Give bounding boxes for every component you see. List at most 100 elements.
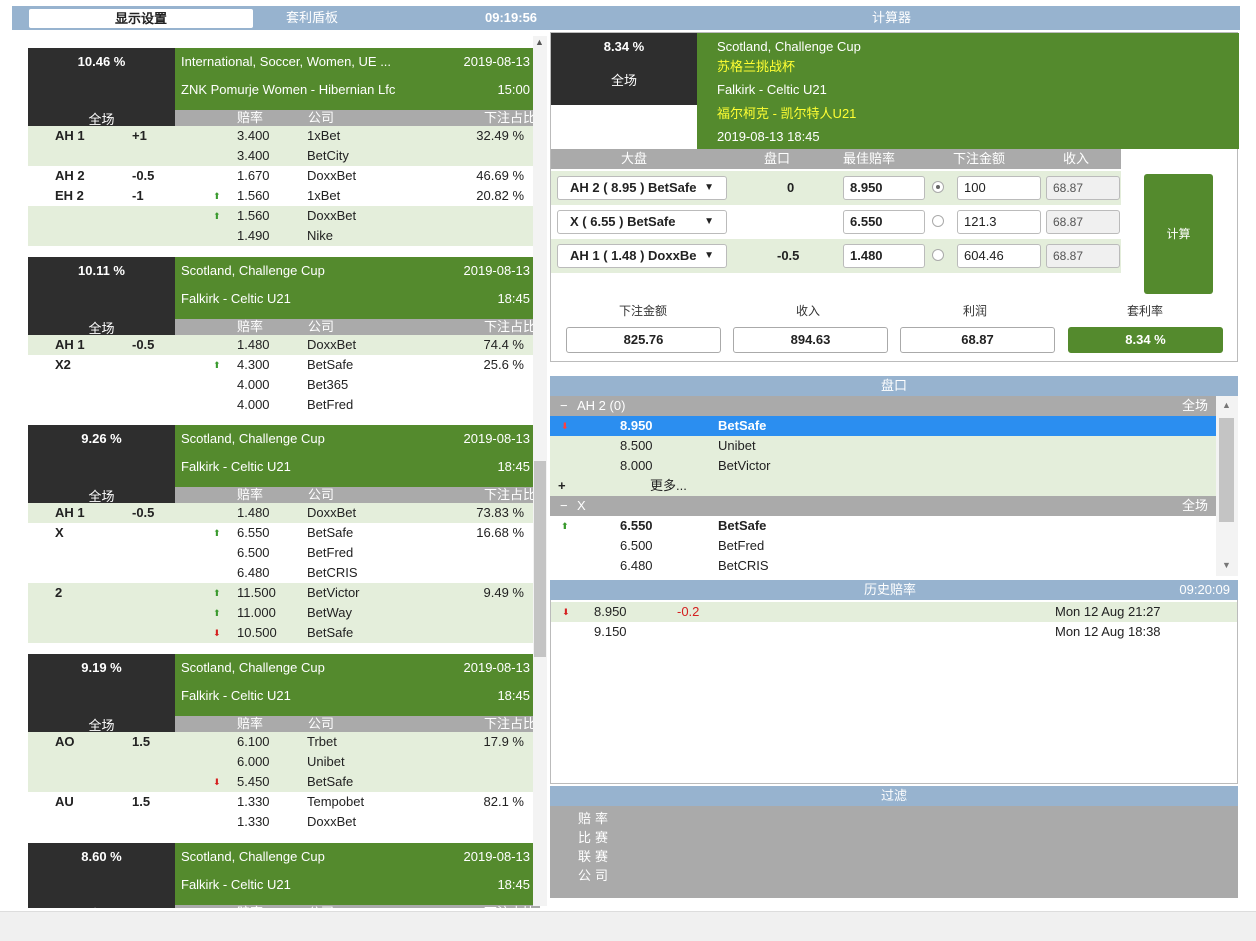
scroll-up-icon[interactable]: ▲	[535, 37, 544, 47]
market-line: 1.5	[132, 734, 151, 749]
market-row[interactable]: 6.480 BetCRIS	[550, 556, 1216, 576]
left-scrollbar[interactable]: ▲	[533, 36, 547, 906]
expand-icon[interactable]: +	[558, 476, 566, 496]
odds-row[interactable]: 3.400 BetCity	[28, 146, 540, 166]
bookmaker: BetFred	[307, 545, 354, 560]
odds-row[interactable]: AH 1 +1 3.400 1xBet 32.49 %	[28, 126, 540, 146]
market-odds: 6.480	[620, 558, 653, 573]
fix-stake-radio[interactable]	[932, 181, 944, 193]
market-row[interactable]: 8.500 Unibet	[550, 436, 1216, 456]
arb-column-header: 全场 赔率 公司 下注占比	[28, 905, 540, 908]
market-code: AH 1	[55, 128, 85, 143]
market-row[interactable]: 6.500 BetFred	[550, 536, 1216, 556]
history-title: 历史赔率	[864, 582, 917, 597]
chevron-down-icon: ▼	[704, 216, 714, 227]
odds-row[interactable]: 4.000 Bet365	[28, 375, 540, 395]
odds-row[interactable]: X2 ⬆ 4.300 BetSafe 25.6 %	[28, 355, 540, 375]
odds-row[interactable]: 1.490 Nike	[28, 226, 540, 246]
hdr-company: 公司	[308, 319, 335, 334]
odds-value: 3.400	[237, 148, 270, 163]
collapse-icon[interactable]: −	[560, 396, 568, 416]
market-group-header[interactable]: − X 全场	[550, 496, 1216, 516]
arrow-up-icon: ⬆	[213, 588, 221, 598]
odds-value: 5.450	[237, 774, 270, 789]
hdr-bar: 赔率 公司 下注占比	[175, 487, 540, 503]
scrollbar-thumb[interactable]	[534, 461, 546, 657]
odds-row[interactable]: ⬇ 5.450 BetSafe	[28, 772, 540, 792]
filter-odds[interactable]: 赔率	[578, 809, 612, 828]
collapse-icon[interactable]: −	[560, 496, 568, 516]
market-group-full: 全场	[1181, 498, 1208, 513]
market-row[interactable]: 8.000 BetVictor	[550, 456, 1216, 476]
scrollbar-thumb[interactable]	[1219, 418, 1234, 522]
market-select[interactable]: X ( 6.55 ) BetSafe ▼	[557, 210, 727, 234]
history-panel: ⬇ 8.950 -0.2 Mon 12 Aug 21:27 9.150 Mon …	[550, 600, 1238, 784]
odds-input[interactable]: 8.950	[843, 176, 925, 200]
chevron-down-icon: ▼	[704, 250, 714, 261]
filter-match[interactable]: 比赛	[578, 828, 612, 847]
odds-row[interactable]: AH 1 -0.5 1.480 DoxxBet 73.83 %	[28, 503, 540, 523]
odds-row[interactable]: 2 ⬆ 11.500 BetVictor 9.49 %	[28, 583, 540, 603]
more-link[interactable]: 更多...	[650, 476, 687, 496]
market-group-header[interactable]: − AH 2 (0) 全场	[550, 396, 1216, 416]
stake-input[interactable]: 604.46	[957, 244, 1041, 268]
market-row[interactable]: ⬇ 8.950 BetSafe	[550, 416, 1216, 436]
arrow-down-icon: ⬇	[213, 777, 221, 787]
calc-header: 大盘 盘口 最佳赔率 下注金额 收入	[551, 149, 1121, 169]
market-line: -0.5	[132, 168, 155, 183]
bookmaker: BetSafe	[307, 774, 354, 789]
arb-percent: 9.26 %	[28, 425, 175, 487]
bookmaker: BetSafe	[307, 625, 354, 640]
bookmaker: Trbet	[307, 734, 337, 749]
sum-profit-label: 利润	[963, 304, 988, 318]
market-odds: 6.550	[620, 518, 653, 533]
odds-input[interactable]: 6.550	[843, 210, 925, 234]
odds-row[interactable]: ⬆ 11.000 BetWay	[28, 603, 540, 623]
arb-column-header: 全场 赔率 公司 下注占比	[28, 110, 540, 127]
odds-row[interactable]: AO 1.5 6.100 Trbet 17.9 %	[28, 732, 540, 752]
odds-row[interactable]: AU 1.5 1.330 Tempobet 82.1 %	[28, 792, 540, 812]
odds-row[interactable]: ⬆ 1.560 DoxxBet	[28, 206, 540, 226]
fix-stake-radio[interactable]	[932, 215, 944, 227]
bookmaker: DoxxBet	[307, 337, 357, 352]
arb-league: Scotland, Challenge Cup	[181, 431, 325, 446]
odds-row[interactable]: AH 1 -0.5 1.480 DoxxBet 74.4 %	[28, 335, 540, 355]
odds-value: 11.000	[237, 605, 276, 620]
market-book: BetSafe	[718, 518, 767, 533]
hdr-odds: 赔率	[237, 319, 264, 334]
more-row[interactable]: + 更多...	[550, 476, 1216, 496]
hdr-bar: 赔率 公司 下注占比	[175, 716, 540, 732]
stake-share: 74.4 %	[483, 337, 524, 352]
filter-league[interactable]: 联赛	[578, 847, 612, 866]
odds-input[interactable]: 1.480	[843, 244, 925, 268]
calculate-button[interactable]: 计算	[1144, 174, 1213, 294]
odds-row[interactable]: 4.000 BetFred	[28, 395, 540, 415]
filter-company[interactable]: 公司	[578, 866, 612, 885]
arbitrage-list: 10.46 % International, Soccer, Women, UE …	[12, 32, 549, 908]
odds-value: 6.000	[237, 754, 270, 769]
tab-arbitrage-board[interactable]: 套利盾板	[252, 6, 372, 30]
odds-value: 6.480	[237, 565, 270, 580]
odds-row[interactable]: 6.000 Unibet	[28, 752, 540, 772]
odds-row[interactable]: 1.330 DoxxBet	[28, 812, 540, 832]
history-clock: 09:20:09	[1179, 582, 1230, 597]
tab-display-settings[interactable]: 显示设置	[29, 9, 253, 28]
odds-row[interactable]: EH 2 -1 ⬆ 1.560 1xBet 20.82 %	[28, 186, 540, 206]
scroll-down-icon[interactable]: ▼	[1222, 560, 1231, 570]
arb-match: Falkirk - Celtic U21	[181, 291, 291, 306]
odds-row[interactable]: ⬇ 10.500 BetSafe	[28, 623, 540, 643]
odds-value: 1.560	[237, 208, 270, 223]
odds-row[interactable]: AH 2 -0.5 1.670 DoxxBet 46.69 %	[28, 166, 540, 186]
market-row[interactable]: ⬆ 6.550 BetSafe	[550, 516, 1216, 536]
market-select[interactable]: AH 2 ( 8.95 ) BetSafe ▼	[557, 176, 727, 200]
fix-stake-radio[interactable]	[932, 249, 944, 261]
odds-row[interactable]: 6.500 BetFred	[28, 543, 540, 563]
stake-input[interactable]: 100	[957, 176, 1041, 200]
stake-input[interactable]: 121.3	[957, 210, 1041, 234]
scroll-up-icon[interactable]: ▲	[1222, 400, 1231, 410]
market-select[interactable]: AH 1 ( 1.48 ) DoxxBe ▼	[557, 244, 727, 268]
odds-row[interactable]: X ⬆ 6.550 BetSafe 16.68 %	[28, 523, 540, 543]
hdr-full: 全场	[28, 905, 175, 908]
market-scrollbar[interactable]: ▲ ▼	[1216, 396, 1238, 576]
odds-row[interactable]: 6.480 BetCRIS	[28, 563, 540, 583]
